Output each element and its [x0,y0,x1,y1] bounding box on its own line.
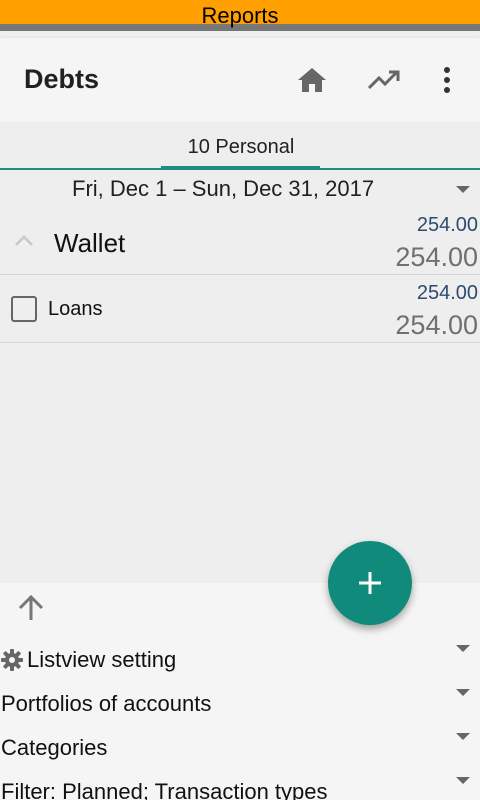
group-amount-main: 254.00 [395,242,478,272]
date-dropdown-icon[interactable] [456,186,470,193]
chevron-down-icon[interactable] [456,777,470,784]
trending-up-icon[interactable] [364,60,404,100]
chevron-down-icon[interactable] [456,689,470,696]
gear-icon [1,649,23,676]
reports-banner: Reports [0,0,480,31]
page-title: Debts [24,64,100,94]
tab-personal[interactable]: 10 Personal [162,136,320,159]
group-label: Wallet [54,228,126,258]
plus-icon [359,572,381,594]
chevron-down-icon[interactable] [456,733,470,740]
item-amount-main: 254.00 [395,310,478,340]
chevron-down-icon[interactable] [456,645,470,652]
banner-title: Reports [201,3,279,28]
setting-label: Portfolios of accounts [1,691,212,716]
list-item-loans[interactable]: Loans 254.00 254.00 [0,276,480,343]
tab-strip: 10 Personal [0,122,480,170]
item-label: Loans [48,298,103,320]
date-range-selector[interactable]: Fri, Dec 1 – Sun, Dec 31, 2017 [0,170,480,208]
more-vert-icon[interactable] [427,60,467,100]
portfolios-row[interactable]: Portfolios of accounts [0,681,480,725]
filter-row[interactable]: Filter: Planned; Transaction types [0,769,480,800]
home-icon[interactable] [292,60,332,100]
bottom-settings-panel: Listview setting Portfolios of accounts … [0,583,480,800]
setting-label: Listview setting [27,647,177,672]
setting-label: Filter: Planned; Transaction types [1,779,328,800]
listview-setting-row[interactable]: Listview setting [0,637,480,681]
date-range-text: Fri, Dec 1 – Sun, Dec 31, 2017 [72,176,375,201]
categories-row[interactable]: Categories [0,725,480,769]
chevron-up-icon[interactable] [14,234,34,252]
setting-label: Categories [1,735,108,760]
item-amount-top: 254.00 [416,282,478,304]
group-row-wallet[interactable]: Wallet 254.00 254.00 [0,208,480,275]
add-button[interactable] [328,541,412,625]
app-bar: Debts [0,38,480,122]
loans-checkbox[interactable] [11,296,37,322]
group-amount-top: 254.00 [416,214,478,236]
arrow-up-icon[interactable] [16,593,46,623]
